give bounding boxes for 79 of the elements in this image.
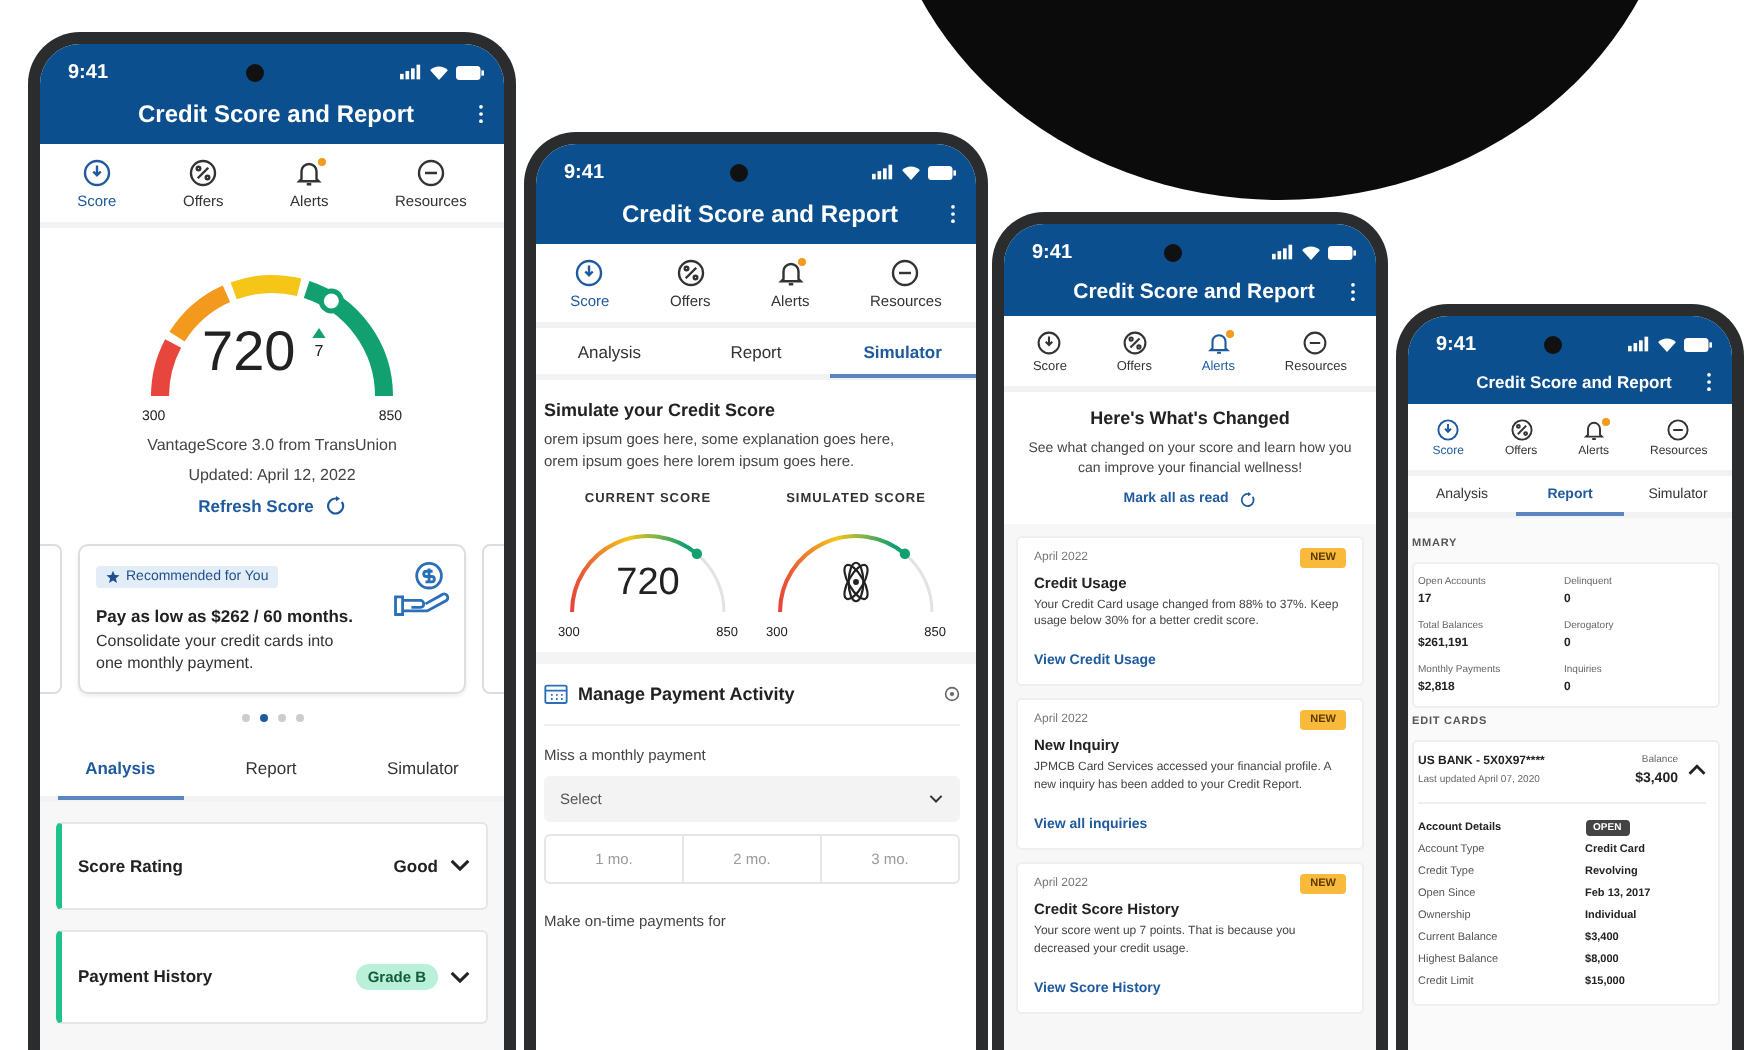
wifi-icon <box>1299 244 1322 260</box>
bell-icon <box>294 158 325 188</box>
battery-icon <box>455 65 484 79</box>
battery-icon <box>1683 337 1712 351</box>
status-time: 9:41 <box>1436 333 1477 355</box>
bell-icon <box>775 258 806 288</box>
offer-text: Consolidate your credit cards into one monthly payment. <box>96 632 336 676</box>
hand-coin-icon <box>392 558 452 618</box>
tab[interactable]: Simulator <box>829 328 976 378</box>
chevron-down-icon <box>928 794 944 804</box>
more-icon <box>890 258 921 288</box>
more-menu-icon[interactable] <box>478 104 484 124</box>
accordion-label: Score Rating <box>78 855 185 876</box>
signal-icon <box>871 164 894 180</box>
tab[interactable]: Analysis <box>536 328 683 378</box>
carousel-dot[interactable] <box>295 713 303 722</box>
accordion-row[interactable]: Score Rating Good <box>56 821 488 910</box>
percent-icon <box>188 158 219 188</box>
more-icon <box>415 158 446 188</box>
updated-date: Updated: April 12, 2022 <box>186 466 358 484</box>
camera-icon <box>245 63 263 81</box>
section-heading: Simulate your Credit Score <box>544 400 778 420</box>
score-icon <box>81 158 112 188</box>
wifi-icon <box>1655 336 1678 352</box>
credit-score: 720 <box>616 564 680 602</box>
score-icon <box>1036 330 1063 356</box>
signal-icon <box>399 64 422 80</box>
app-title: Credit Score and Report <box>1476 372 1672 392</box>
percent-icon <box>1121 330 1148 356</box>
offer-headline: Pay as low as $262 / 60 months. <box>96 606 356 626</box>
more-menu-icon[interactable] <box>950 204 956 224</box>
chevron-down-icon[interactable] <box>450 858 470 873</box>
score-source: VantageScore 3.0 from TransUnion <box>145 436 399 454</box>
more-icon <box>1666 418 1691 442</box>
camera-icon <box>729 163 747 181</box>
status-time: 9:41 <box>564 161 605 183</box>
page-heading: Here's What's Changed <box>1088 408 1292 428</box>
camera-icon <box>1163 243 1181 261</box>
score-icon <box>1436 418 1461 442</box>
up-arrow-icon <box>312 328 326 338</box>
app-title: Credit Score and Report <box>137 100 415 128</box>
wifi-icon <box>427 64 450 80</box>
more-menu-icon[interactable] <box>1706 372 1712 392</box>
status-time: 9:41 <box>1032 241 1073 263</box>
credit-score: 720 <box>202 324 296 380</box>
bell-icon <box>1205 330 1232 356</box>
signal-icon <box>1627 336 1650 352</box>
percent-icon <box>1509 418 1534 442</box>
app-title: Credit Score and Report <box>621 200 899 228</box>
app-title: Credit Score and Report <box>1073 280 1315 304</box>
wifi-icon <box>899 164 922 180</box>
chevron-up-icon[interactable] <box>1688 764 1706 776</box>
info-icon[interactable] <box>944 686 960 702</box>
tab[interactable]: Simulator <box>358 741 487 800</box>
refresh-score-link[interactable]: Refresh Score <box>198 496 314 516</box>
refresh-icon[interactable] <box>1240 491 1257 508</box>
carousel-dot[interactable] <box>259 713 267 722</box>
more-icon <box>1302 330 1329 356</box>
status-time: 9:41 <box>68 61 109 83</box>
accordion-label: Payment History <box>78 966 215 987</box>
bell-icon <box>1581 418 1606 442</box>
percent-icon <box>675 258 706 288</box>
tab[interactable]: Report <box>217 741 325 800</box>
battery-icon <box>927 165 956 179</box>
tab[interactable]: Report <box>682 328 830 378</box>
carousel-dot[interactable] <box>277 713 285 722</box>
star-icon <box>106 570 120 584</box>
refresh-icon[interactable] <box>325 496 346 516</box>
carousel-dot[interactable] <box>241 713 249 722</box>
score-change: 7 <box>314 342 324 360</box>
more-menu-icon[interactable] <box>1350 282 1356 302</box>
section-heading: Manage Payment Activity <box>578 684 797 704</box>
calendar-icon <box>544 684 568 704</box>
rating-value: Good <box>393 855 438 876</box>
score-icon <box>574 258 605 288</box>
battery-icon <box>1327 245 1356 259</box>
signal-icon <box>1271 244 1294 260</box>
chevron-down-icon[interactable] <box>450 969 470 984</box>
camera-icon <box>1543 335 1561 353</box>
